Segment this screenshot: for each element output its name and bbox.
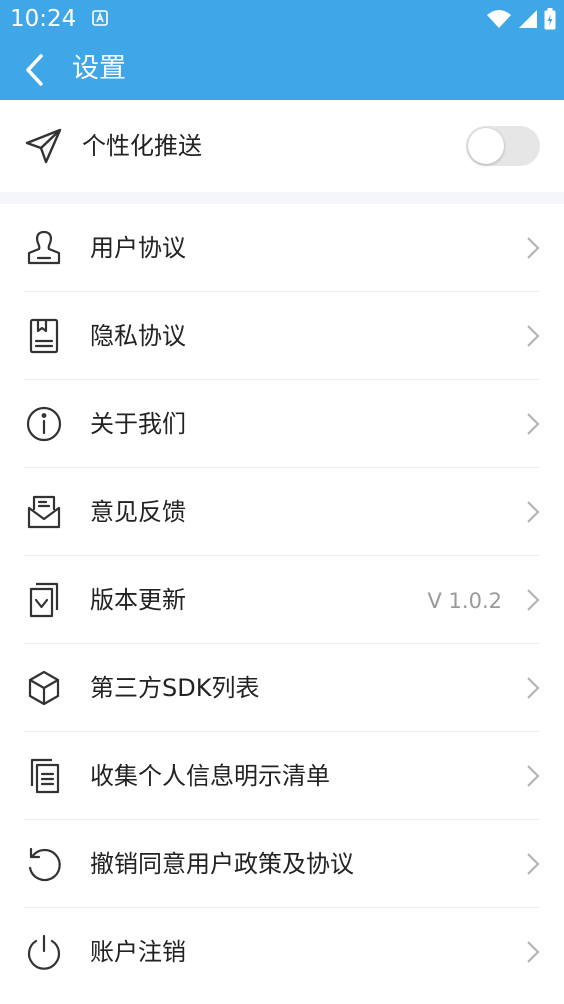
list-item-personal-info-list[interactable]: 收集个人信息明示清单 bbox=[0, 732, 564, 820]
list-item-about-us[interactable]: 关于我们 bbox=[0, 380, 564, 468]
status-bar: 10:24 bbox=[0, 0, 564, 38]
status-time: 10:24 bbox=[10, 6, 77, 32]
feedback-mail-icon bbox=[24, 492, 64, 532]
chevron-right-icon bbox=[522, 588, 542, 612]
chevron-right-icon bbox=[522, 236, 542, 260]
list-item-revoke-consent[interactable]: 撤销同意用户政策及协议 bbox=[0, 820, 564, 908]
personalized-push-toggle[interactable] bbox=[466, 126, 540, 166]
chevron-right-icon bbox=[522, 764, 542, 788]
list-item-label: 意见反馈 bbox=[90, 498, 186, 526]
chevron-right-icon bbox=[522, 324, 542, 348]
personalized-push-label: 个性化推送 bbox=[82, 132, 202, 160]
chevron-right-icon bbox=[522, 412, 542, 436]
app-header: 设置 bbox=[0, 38, 564, 100]
list-item-third-party-sdk[interactable]: 第三方SDK列表 bbox=[0, 644, 564, 732]
list-item-label: 隐私协议 bbox=[90, 322, 186, 350]
chevron-right-icon bbox=[522, 852, 542, 876]
list-item-account-cancellation[interactable]: 账户注销 bbox=[0, 908, 564, 996]
back-button[interactable] bbox=[14, 50, 54, 90]
toggle-knob bbox=[468, 128, 504, 164]
status-icons bbox=[486, 8, 556, 30]
list-item-privacy-agreement[interactable]: 隐私协议 bbox=[0, 292, 564, 380]
list-item-version-update[interactable]: 版本更新 V 1.0.2 bbox=[0, 556, 564, 644]
chevron-right-icon bbox=[522, 676, 542, 700]
list-item-user-agreement[interactable]: 用户协议 bbox=[0, 204, 564, 292]
back-icon bbox=[23, 53, 45, 87]
documents-icon bbox=[24, 756, 64, 796]
list-item-label: 版本更新 bbox=[90, 586, 186, 614]
list-item-label: 第三方SDK列表 bbox=[90, 674, 260, 702]
version-value: V 1.0.2 bbox=[427, 589, 502, 613]
list-item-label: 账户注销 bbox=[90, 938, 186, 966]
cube-icon bbox=[24, 668, 64, 708]
a-notification-icon bbox=[92, 10, 108, 26]
battery-icon bbox=[544, 8, 556, 30]
personalized-push-row: 个性化推送 bbox=[0, 100, 564, 192]
settings-list: 用户协议 隐私协议 关于我们 意见反馈 版本更新 V 1.0.2 第三方SDK列… bbox=[0, 204, 564, 996]
undo-icon bbox=[24, 844, 64, 884]
bookmark-doc-icon bbox=[24, 316, 64, 356]
page-title: 设置 bbox=[72, 53, 126, 84]
list-item-label: 撤销同意用户政策及协议 bbox=[90, 850, 354, 878]
download-doc-icon bbox=[24, 580, 64, 620]
chevron-right-icon bbox=[522, 940, 542, 964]
info-icon bbox=[24, 404, 64, 444]
section-gap bbox=[0, 192, 564, 204]
user-icon bbox=[24, 228, 64, 268]
list-item-label: 关于我们 bbox=[90, 410, 186, 438]
power-icon bbox=[24, 932, 64, 972]
signal-icon bbox=[518, 9, 538, 29]
paper-plane-icon bbox=[24, 126, 64, 166]
wifi-icon bbox=[486, 9, 512, 29]
list-item-feedback[interactable]: 意见反馈 bbox=[0, 468, 564, 556]
list-item-label: 收集个人信息明示清单 bbox=[90, 762, 330, 790]
chevron-right-icon bbox=[522, 500, 542, 524]
list-item-label: 用户协议 bbox=[90, 234, 186, 262]
